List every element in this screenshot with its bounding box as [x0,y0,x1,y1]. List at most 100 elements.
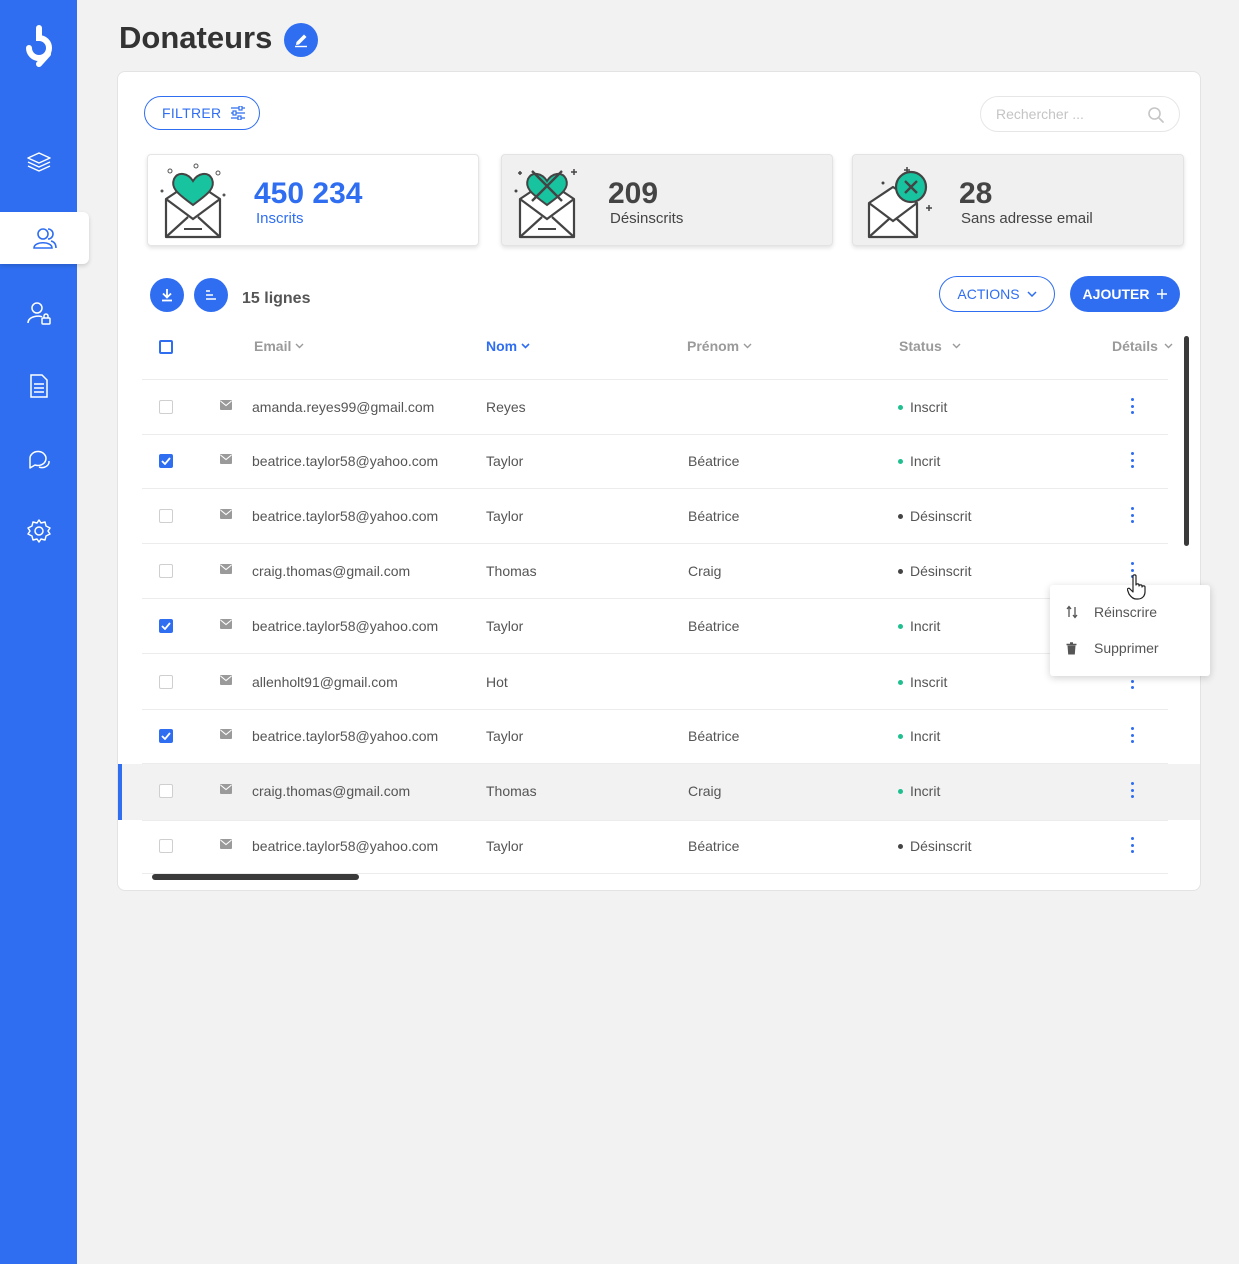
sidebar-item-messages[interactable] [0,434,77,486]
row-menu-kebab-icon[interactable] [1130,837,1134,853]
row-checkbox[interactable] [159,454,173,468]
download-icon [162,289,172,302]
envelope-x-icon [867,167,932,239]
stat-card-inscrits[interactable]: 450 234 Inscrits [147,154,479,246]
actions-dropdown[interactable]: ACTIONS [939,276,1055,312]
table-row[interactable]: beatrice.taylor58@yahoo.com Taylor Béatric… [118,709,1200,763]
row-checkbox[interactable] [159,509,173,523]
sidebar-item-settings[interactable] [0,505,77,557]
cell-prenom: Craig [688,783,722,799]
search-icon[interactable] [1147,106,1165,124]
row-checkbox[interactable] [159,564,173,578]
search-input[interactable] [996,106,1136,122]
mail-icon [220,729,232,739]
check-icon [161,732,171,740]
envelope-heart-icon [160,163,226,239]
sort-button[interactable] [194,278,228,312]
status-label: Inscrit [910,399,948,415]
row-checkbox[interactable] [159,784,173,798]
filter-button[interactable]: FILTRER [144,96,260,130]
column-header-status[interactable]: Status [899,338,961,354]
status-dot [898,788,903,794]
column-header-details-label: Détails [1112,338,1158,354]
stat-card-sans-email[interactable]: 28 Sans adresse email [852,154,1184,246]
mail-icon [220,564,232,574]
envelope-broken-heart-icon [514,169,577,239]
status-dot [898,404,903,410]
sidebar-item-documents[interactable] [0,360,77,412]
stat-label-sans-email: Sans adresse email [961,210,1093,227]
mail-icon [220,454,232,464]
status-dot [898,623,903,629]
select-all-checkbox[interactable] [159,340,173,354]
sidebar-item-donateurs[interactable] [0,212,89,264]
row-checkbox[interactable] [159,839,173,853]
status-badge: Désinscrit [898,838,971,854]
table-row[interactable]: craig.thomas@gmail.com Thomas Craig Incrit [118,764,1200,820]
vertical-scrollbar[interactable] [1184,336,1189,546]
sliders-icon [231,106,246,120]
mail-icon [220,675,232,685]
table-row[interactable]: beatrice.taylor58@yahoo.com Taylor Béatric… [118,434,1200,488]
row-checkbox[interactable] [159,619,173,633]
cell-email: craig.thomas@gmail.com [252,563,411,579]
status-dot [898,568,903,574]
stat-label-inscrits: Inscrits [256,210,304,227]
chevron-down-icon [295,343,304,349]
row-checkbox[interactable] [159,729,173,743]
status-label: Incrit [910,453,941,469]
stat-label-desinscrits: Désinscrits [610,210,684,227]
cell-email: beatrice.taylor58@yahoo.com [252,728,439,744]
table-row[interactable]: amanda.reyes99@gmail.com Reyes Inscrit [118,380,1200,434]
table-row[interactable]: beatrice.taylor58@yahoo.com Taylor Béatric… [118,489,1200,543]
app-logo[interactable] [20,24,58,68]
menu-item-label: Réinscrire [1094,604,1158,620]
cell-prenom: Craig [688,563,722,579]
mail-icon [220,784,232,794]
table-row[interactable]: allenholt91@gmail.com Hot Inscrit [118,655,1200,709]
cell-prenom: Béatrice [688,453,740,469]
row-menu-kebab-icon[interactable] [1130,782,1134,798]
cell-email: beatrice.taylor58@yahoo.com [252,838,439,854]
cell-prenom: Béatrice [688,728,740,744]
sidebar-item-user-lock[interactable] [0,287,77,339]
stat-card-desinscrits[interactable]: 209 Désinscrits [501,154,833,246]
table-row[interactable]: craig.thomas@gmail.com Thomas Craig Désinsc… [118,544,1200,598]
plus-icon [1157,289,1168,299]
mail-icon [220,619,232,629]
column-header-email-label: Email [254,338,292,354]
cell-prenom: Béatrice [688,838,740,854]
row-menu-kebab-icon[interactable] [1130,398,1134,414]
mail-icon [220,400,232,410]
add-button[interactable]: AJOUTER [1070,276,1180,312]
cell-nom: Reyes [486,399,526,415]
sidebar-item-layers[interactable] [0,136,77,188]
table-row[interactable]: beatrice.taylor58@yahoo.com Taylor Béatric… [118,599,1200,653]
document-icon [29,374,48,398]
row-menu-kebab-icon[interactable] [1130,727,1134,743]
column-header-nom[interactable]: Nom [486,338,530,354]
status-label: Inscrit [910,674,948,690]
mail-icon [220,509,232,519]
menu-item-supprimer[interactable]: Supprimer [1050,631,1210,665]
edit-title-button[interactable] [284,23,318,57]
stat-value-desinscrits: 209 [608,177,659,210]
table-row[interactable]: beatrice.taylor58@yahoo.com Taylor Béatric… [118,819,1200,873]
horizontal-scrollbar[interactable] [152,874,359,880]
download-button[interactable] [150,278,184,312]
row-menu-kebab-icon[interactable] [1130,452,1134,468]
menu-item-reinscrire[interactable]: Réinscrire [1050,595,1210,629]
row-menu-kebab-icon[interactable] [1130,507,1134,523]
column-header-prenom[interactable]: Prénom [687,338,752,354]
row-checkbox[interactable] [159,400,173,414]
column-header-details[interactable]: Détails [1112,338,1173,354]
cell-nom: Taylor [486,728,524,744]
cell-nom: Taylor [486,618,524,634]
swap-vertical-icon [1066,605,1078,619]
mail-icon [220,839,232,849]
column-header-email[interactable]: Email [254,338,304,354]
row-checkbox[interactable] [159,675,173,689]
chevron-down-icon [1027,291,1037,297]
cell-email: beatrice.taylor58@yahoo.com [252,618,439,634]
status-badge: Incrit [898,618,940,634]
